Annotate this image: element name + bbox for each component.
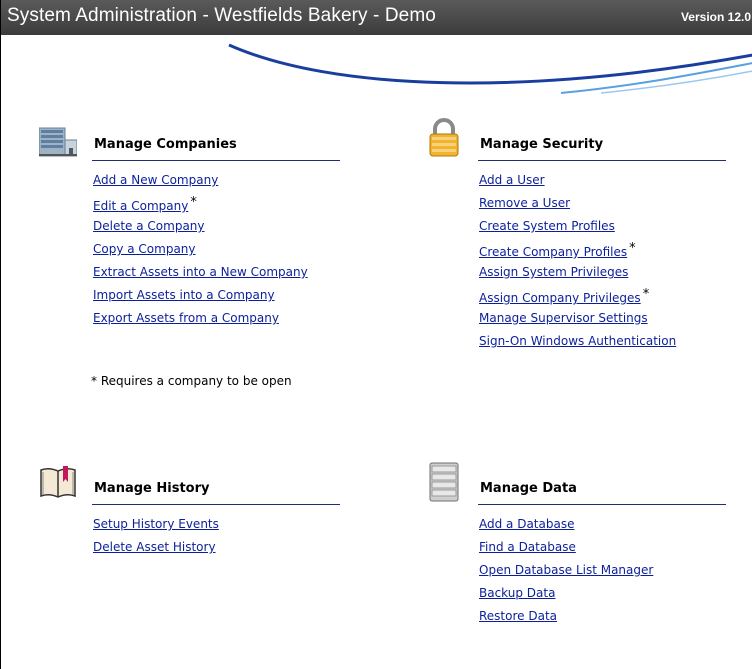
requires-company-marker: * [629, 241, 636, 256]
extract-assets-link[interactable]: Extract Assets into a New Company [93, 265, 308, 279]
list-item: Create System Profiles [479, 218, 676, 241]
data-link-list: Add a Database Find a Database Open Data… [479, 516, 653, 631]
find-database-link[interactable]: Find a Database [479, 540, 576, 554]
list-item: Import Assets into a Company [93, 287, 308, 310]
list-item: Find a Database [479, 539, 653, 562]
manage-supervisor-settings-link[interactable]: Manage Supervisor Settings [479, 311, 648, 325]
list-item: Assign System Privileges [479, 264, 676, 287]
database-server-icon [429, 462, 459, 502]
section-title-data: Manage Data [480, 481, 577, 496]
header-swoosh-graphic [228, 43, 752, 94]
delete-company-link[interactable]: Delete a Company [93, 219, 205, 233]
history-link-list: Setup History Events Delete Asset Histor… [93, 516, 219, 562]
version-label: Version 12.0 [680, 10, 751, 24]
building-icon [39, 127, 77, 157]
export-assets-link[interactable]: Export Assets from a Company [93, 311, 279, 325]
requires-company-footnote: * Requires a company to be open [91, 374, 292, 388]
sign-on-windows-auth-link[interactable]: Sign-On Windows Authentication [479, 334, 676, 348]
remove-user-link[interactable]: Remove a User [479, 196, 570, 210]
list-item: Add a Database [479, 516, 653, 539]
assign-company-privileges-link[interactable]: Assign Company Privileges [479, 291, 641, 305]
setup-history-events-link[interactable]: Setup History Events [93, 517, 219, 531]
create-system-profiles-link[interactable]: Create System Profiles [479, 219, 615, 233]
section-manage-companies: Manage Companies Add a New Company Edit … [39, 118, 340, 325]
app-window: System Administration - Westfields Baker… [0, 0, 752, 669]
list-item: Extract Assets into a New Company [93, 264, 308, 287]
section-manage-security: Manage Security Add a User Remove a User… [425, 118, 726, 348]
edit-company-link[interactable]: Edit a Company [93, 199, 188, 213]
open-database-list-manager-link[interactable]: Open Database List Manager [479, 563, 653, 577]
list-item: Delete Asset History [93, 539, 219, 562]
section-title-companies: Manage Companies [94, 137, 237, 152]
list-item: Copy a Company [93, 241, 308, 264]
list-item: Backup Data [479, 585, 653, 608]
section-divider [92, 160, 340, 161]
title-bar: System Administration - Westfields Baker… [1, 0, 752, 35]
import-assets-link[interactable]: Import Assets into a Company [93, 288, 275, 302]
section-divider [478, 504, 726, 505]
copy-company-link[interactable]: Copy a Company [93, 242, 196, 256]
section-title-history: Manage History [94, 481, 210, 496]
list-item: Edit a Company * [93, 195, 308, 218]
section-divider [478, 160, 726, 161]
list-item: Delete a Company [93, 218, 308, 241]
list-item: Add a User [479, 172, 676, 195]
list-item: Remove a User [479, 195, 676, 218]
list-item: Sign-On Windows Authentication [479, 333, 676, 356]
assign-system-privileges-link[interactable]: Assign System Privileges [479, 265, 628, 279]
backup-data-link[interactable]: Backup Data [479, 586, 555, 600]
list-item: Manage Supervisor Settings [479, 310, 676, 333]
requires-company-marker: * [642, 287, 650, 302]
requires-company-marker: * [190, 195, 197, 210]
security-link-list: Add a User Remove a User Create System P… [479, 172, 676, 356]
list-item: Export Assets from a Company [93, 310, 308, 333]
list-item: Setup History Events [93, 516, 219, 539]
companies-link-list: Add a New Company Edit a Company * Delete… [93, 172, 308, 333]
padlock-icon [429, 118, 459, 157]
add-database-link[interactable]: Add a Database [479, 517, 574, 531]
book-icon [40, 466, 76, 498]
add-user-link[interactable]: Add a User [479, 173, 545, 187]
list-item: Assign Company Privileges * [479, 287, 676, 310]
section-title-security: Manage Security [480, 137, 604, 152]
restore-data-link[interactable]: Restore Data [479, 609, 557, 623]
list-item: Restore Data [479, 608, 653, 631]
list-item: Add a New Company [93, 172, 308, 195]
section-manage-data: Manage Data Add a Database Find a Databa… [425, 462, 726, 623]
create-company-profiles-link[interactable]: Create Company Profiles [479, 245, 627, 259]
list-item: Open Database List Manager [479, 562, 653, 585]
list-item: Create Company Profiles * [479, 241, 676, 264]
add-new-company-link[interactable]: Add a New Company [93, 173, 218, 187]
section-manage-history: Manage History Setup History Events Dele… [39, 462, 340, 554]
delete-asset-history-link[interactable]: Delete Asset History [93, 540, 216, 554]
window-title: System Administration - Westfields Baker… [7, 5, 436, 26]
section-divider [92, 504, 340, 505]
